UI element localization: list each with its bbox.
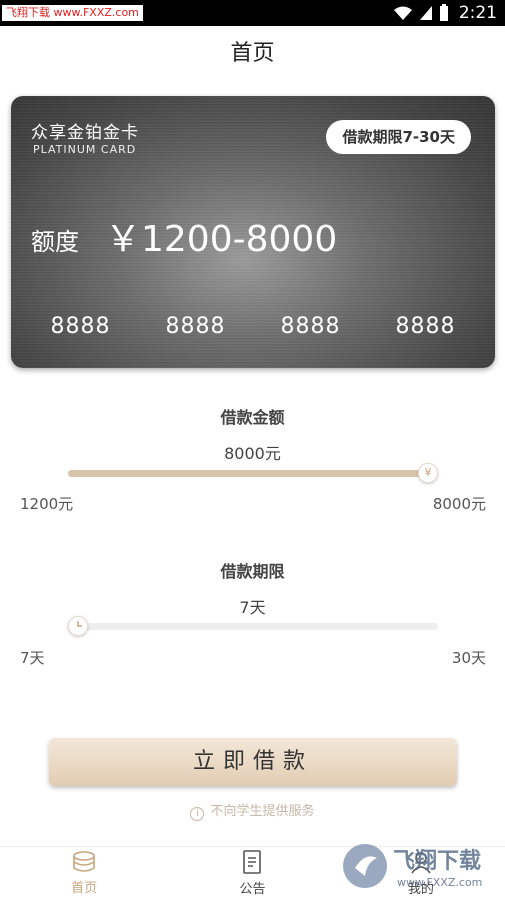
status-bar: 飞翔下载 www.FXXZ.com 2:21 [0,0,505,26]
signal-icon [419,6,432,20]
battery-icon [439,4,448,21]
document-icon [243,850,262,874]
loan-term-slider-thumb[interactable] [68,616,88,636]
loan-amount-slider-thumb[interactable]: ¥ [418,463,438,483]
watermark-logo: 飞翔下载 www.FXXZ.com [343,844,482,889]
loan-term-slider[interactable] [68,616,438,636]
loan-amount-max: 8000元 [432,495,486,513]
loan-term-max: 30天 [451,649,486,667]
card-name: 众享金铂金卡 [31,123,139,143]
loan-amount-value: 8000元 [224,444,281,463]
clock-icon [77,621,82,627]
watermark-url: www.FXXZ.com [397,876,482,889]
loan-term-value: 7天 [239,598,266,617]
borrow-now-button[interactable]: 立即借款 [49,738,457,786]
card-number-group: 8888 [50,314,111,339]
notice-text: 不向学生提供服务 [210,804,315,819]
card-numbers: 8888 8888 8888 8888 [11,314,495,339]
loan-amount-label: 借款金额 [220,408,285,427]
tab-announcements[interactable]: 公告 [168,847,336,900]
loan-amount-slider-fill [68,470,438,477]
platinum-card: 众享金铂金卡 PLATINUM CARD 借款期限7-30天 额度 ￥1200-… [11,96,495,368]
tab-home-label: 首页 [71,881,98,896]
card-number-group: 8888 [165,314,226,339]
credit-label: 额度 [31,228,79,256]
loan-term-min: 7天 [20,649,45,667]
credit-range: ￥1200-8000 [105,219,338,260]
loan-amount-slider[interactable]: ¥ [68,463,438,483]
tab-announcements-label: 公告 [239,882,266,897]
term-badge: 借款期限7-30天 [326,120,471,154]
loan-amount-min: 1200元 [20,495,74,513]
watermark-top: 飞翔下载 www.FXXZ.com [2,5,143,21]
coins-icon [73,851,95,872]
loan-term-label: 借款期限 [220,562,285,581]
page-title: 首页 [230,41,275,66]
status-icons: 2:21 [393,3,497,23]
card-number-group: 8888 [280,314,341,339]
card-number-group: 8888 [395,314,456,339]
wifi-icon [393,6,412,20]
watermark-text: 飞翔下载 [393,848,481,874]
card-sub-name: PLATINUM CARD [33,143,137,156]
info-icon: i [190,807,205,821]
tab-home[interactable]: 首页 [0,847,168,900]
notice: i 不向学生提供服务 [0,800,505,821]
status-time: 2:21 [458,3,497,23]
